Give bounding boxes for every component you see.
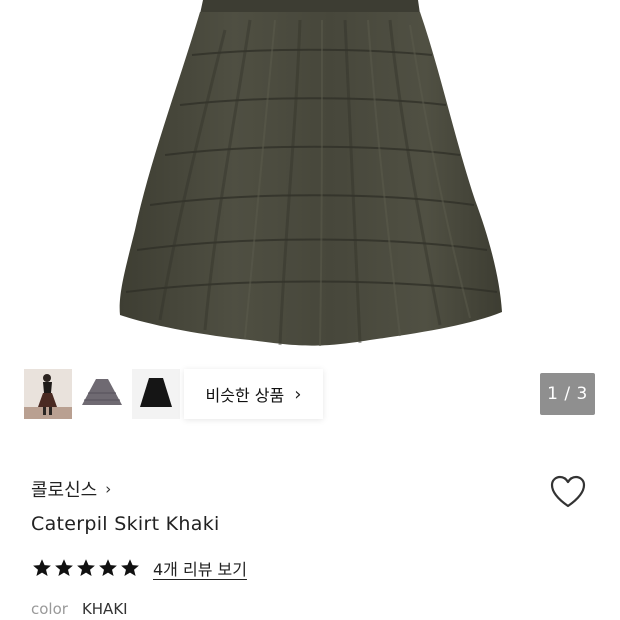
- thumbnail-strip: [24, 369, 180, 419]
- similar-products-label: 비슷한 상품: [205, 386, 285, 405]
- chevron-right-icon: ›: [105, 480, 112, 498]
- gray-skirt-thumbnail-image: [78, 369, 126, 419]
- color-label: color: [31, 600, 68, 618]
- star-icon: [33, 559, 51, 576]
- thumbnail-black-skirt[interactable]: [132, 369, 180, 419]
- model-thumbnail-image: [24, 369, 72, 419]
- star-icon: [77, 559, 95, 576]
- skirt-illustration: [119, 0, 502, 347]
- black-skirt-thumbnail-image: [132, 369, 180, 419]
- star-icon: [121, 559, 139, 576]
- brand-link[interactable]: 콜로신스 ›: [31, 476, 111, 502]
- star-icon: [55, 559, 73, 576]
- thumbnail-gray-skirt[interactable]: [78, 369, 126, 419]
- product-page: 비슷한 상품 › 1 / 3 콜로신스 › Caterpil Skirt Kha…: [0, 0, 620, 620]
- product-image[interactable]: [0, 0, 620, 360]
- similar-products-button[interactable]: 비슷한 상품 ›: [184, 369, 323, 419]
- thumbnail-model[interactable]: [24, 369, 72, 419]
- color-value: KHAKI: [81, 600, 128, 618]
- rating-stars: [31, 557, 141, 579]
- color-row: color KHAKI: [31, 600, 128, 618]
- product-title: Caterpil Skirt Khaki: [31, 513, 220, 535]
- review-link[interactable]: 4개 리뷰 보기: [153, 556, 247, 580]
- chevron-right-icon: ›: [294, 383, 302, 405]
- image-page-counter: 1 / 3: [540, 373, 595, 415]
- rating-row: 4개 리뷰 보기: [31, 556, 247, 580]
- star-icon: [99, 559, 117, 576]
- brand-name: 콜로신스: [31, 480, 98, 501]
- wishlist-heart-icon[interactable]: [549, 474, 587, 510]
